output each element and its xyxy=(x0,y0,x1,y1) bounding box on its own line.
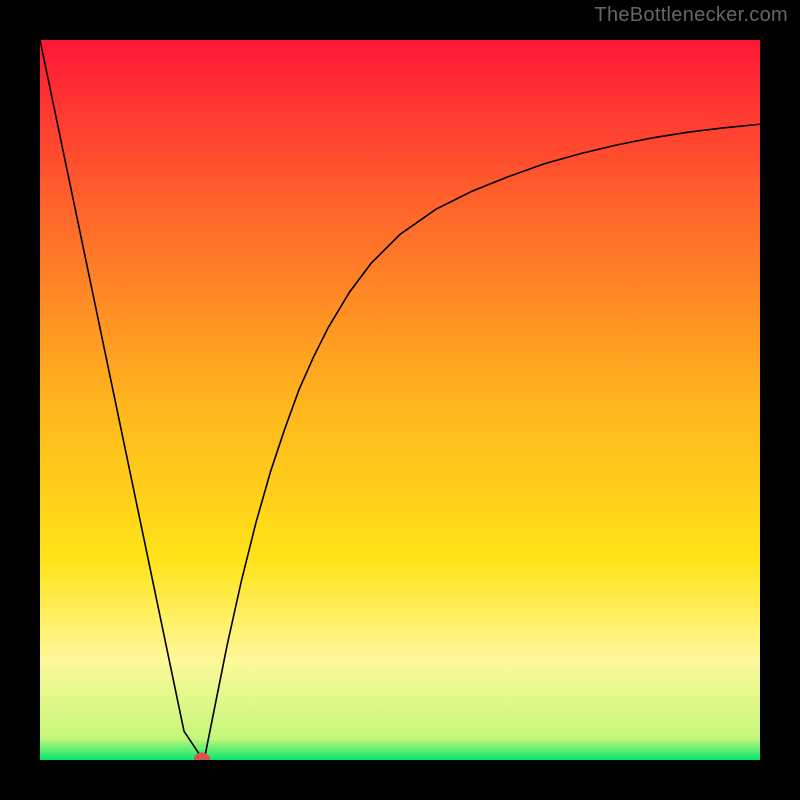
heatmap-background xyxy=(40,40,760,760)
plot-area xyxy=(40,40,760,760)
chart-container: TheBottlenecker.com xyxy=(0,0,800,800)
watermark-text: TheBottlenecker.com xyxy=(594,4,788,27)
